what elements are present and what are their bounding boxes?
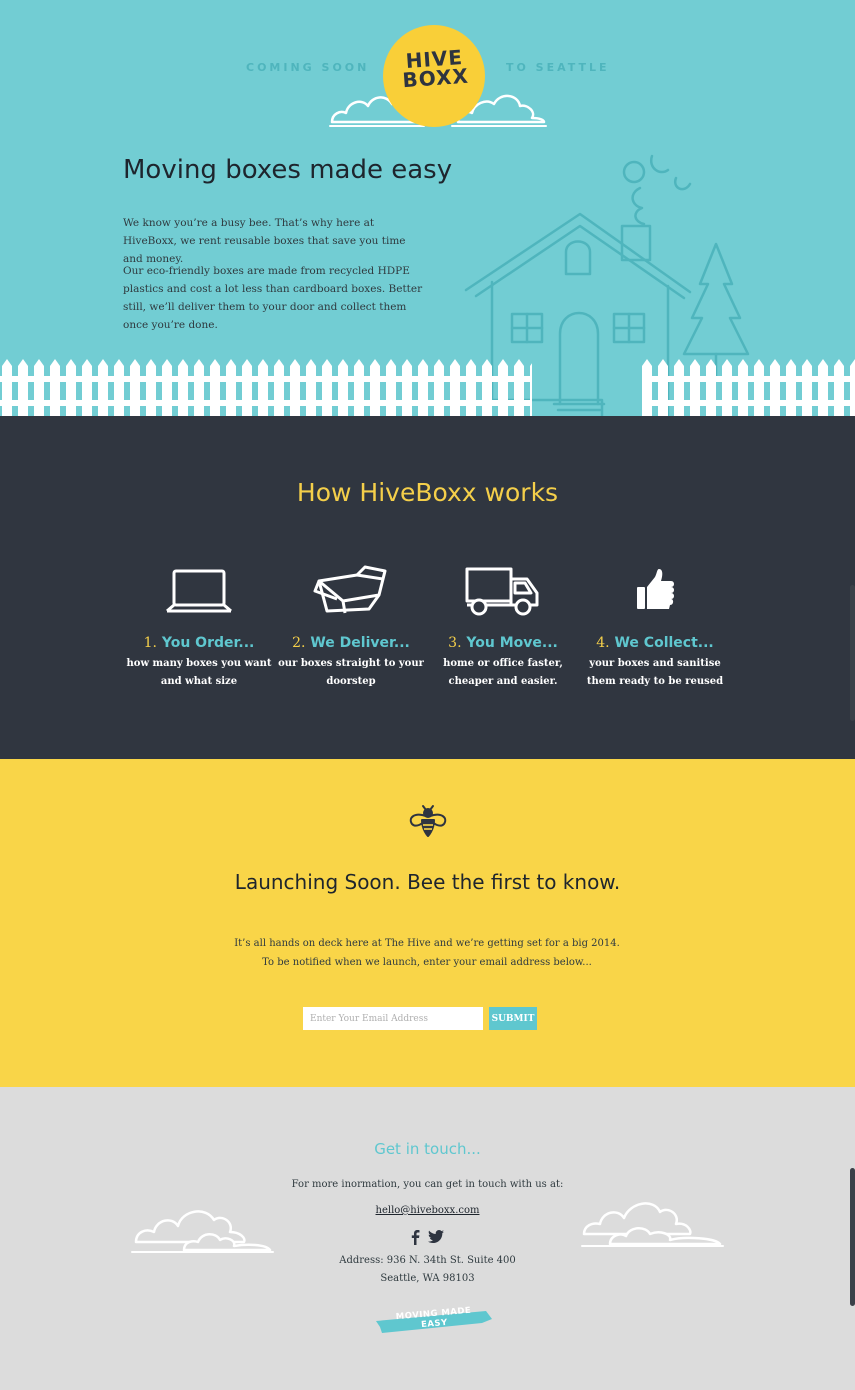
- step-title: 1. You Order...: [143, 635, 255, 651]
- facebook-icon[interactable]: [409, 1229, 421, 1245]
- footer-cloud-right: [581, 1202, 724, 1247]
- step-description: our boxes straight to your doorstep: [278, 658, 424, 687]
- hero-section: COMING SOON TO SEATTLE HIVE BOXX Moving …: [0, 0, 855, 416]
- hero-paragraph-2: Our eco-friendly boxes are made from rec…: [123, 265, 423, 331]
- twitter-icon[interactable]: [428, 1230, 444, 1244]
- contact-email-row: hello@hiveboxx.com: [0, 1205, 855, 1216]
- laptop-icon: [166, 569, 232, 613]
- tagline-to-seattle: TO SEATTLE: [506, 61, 610, 74]
- hero-paragraph-1: We know you’re a busy bee. That’s why he…: [123, 217, 406, 265]
- contact-title: Get in touch...: [374, 1140, 481, 1158]
- step-title: 2. We Deliver...: [292, 635, 410, 651]
- contact-email-link[interactable]: hello@hiveboxx.com: [376, 1205, 480, 1216]
- social-links: [409, 1229, 445, 1245]
- step-order: 1. You Order... how many boxes you want …: [123, 565, 275, 691]
- scrollbar-thumb-lower[interactable]: [850, 1168, 855, 1306]
- step-deliver: 2. We Deliver... our boxes straight to y…: [275, 565, 427, 691]
- tagline-coming-soon: COMING SOON: [246, 61, 370, 74]
- launch-description: It’s all hands on deck here at The Hive …: [234, 938, 620, 968]
- scrollbar-thumb-upper[interactable]: [850, 585, 855, 721]
- picket-fence: [0, 356, 855, 416]
- box-icon: [313, 565, 387, 614]
- truck-icon: [465, 567, 539, 616]
- step-description: home or office faster, cheaper and easie…: [443, 658, 563, 687]
- bee-icon: [409, 805, 447, 837]
- launch-title: Launching Soon. Bee the first to know.: [234, 870, 621, 894]
- contact-intro: For more inormation, you can get in touc…: [291, 1179, 564, 1190]
- submit-button[interactable]: SUBMIT: [489, 1007, 537, 1030]
- step-description: your boxes and sanitise them ready to be…: [586, 658, 724, 687]
- step-collect: 4. We Collect... your boxes and sanitise…: [579, 565, 731, 691]
- thumbs-up-icon: [637, 569, 674, 609]
- address-line-1: Address: 936 N. 34th St. Suite 400: [339, 1255, 516, 1266]
- step-title: 3. You Move...: [448, 635, 558, 651]
- step-description: how many boxes you want and what size: [126, 658, 272, 687]
- logo-wordmark[interactable]: HIVE BOXX: [391, 45, 479, 93]
- hero-title: Moving boxes made easy: [123, 155, 453, 185]
- step-move: 3. You Move... home or office faster, ch…: [427, 565, 579, 691]
- step-title: 4. We Collect...: [596, 635, 714, 651]
- how-title: How HiveBoxx works: [296, 478, 559, 507]
- address-line-2: Seattle, WA 98103: [380, 1273, 475, 1284]
- email-input[interactable]: [303, 1007, 483, 1030]
- logo-line-boxx: BOXX: [401, 63, 470, 93]
